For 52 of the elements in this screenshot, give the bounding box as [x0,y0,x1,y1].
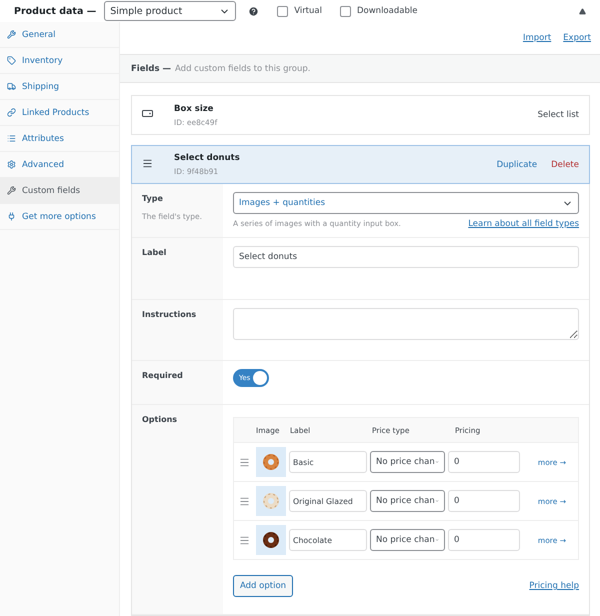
instructions-field[interactable] [233,308,579,340]
truck-icon [7,82,16,91]
panel-title: Product data — [14,6,96,16]
pricing-input[interactable]: 0 [448,529,520,551]
help-icon[interactable] [248,6,260,16]
downloadable-checkbox[interactable]: Downloadable [340,6,418,16]
drag-handle-icon [142,158,153,168]
sidebar-item[interactable]: Custom fields [0,178,119,204]
virtual-checkbox[interactable]: Virtual [277,6,322,16]
fields-hint: Add custom fields to this group. [175,64,310,74]
price-type-select[interactable]: No price chan [370,529,445,551]
row-label: Instructions [142,310,198,319]
delete-link[interactable]: Delete [551,160,579,170]
toolbar-link[interactable]: Export [563,33,591,43]
label-input[interactable]: Select donuts [233,246,579,268]
row-label: Label [142,248,168,257]
row-label: Options [142,415,178,424]
field-types-link[interactable]: Learn about all field types [468,219,579,229]
drag-handle-icon[interactable] [238,496,250,506]
wrench-icon [7,30,16,39]
row-label: Required [142,371,184,380]
price-type-select[interactable]: No price chan [370,490,445,512]
sidebar-item[interactable]: Shipping [0,74,119,100]
field-type-label: Select list [538,110,579,120]
pricing-input[interactable]: 0 [448,451,520,473]
duplicate-link[interactable]: Duplicate [496,160,538,170]
wrench-icon [7,186,16,195]
row-label: Type [142,194,164,203]
link-icon [7,108,16,117]
drag-handle-icon[interactable] [238,534,250,546]
list-icon [7,134,16,143]
field-name: Select donuts [174,153,240,163]
sidebar-item[interactable]: Attributes [0,126,119,152]
field-name: Box size [174,104,214,114]
sidebar-item[interactable]: Inventory [0,48,119,74]
type-select[interactable]: Images + quantities [233,192,579,214]
tag-icon [7,56,16,65]
sidebar-item[interactable]: Get more options [0,204,119,230]
pricing-help-link[interactable]: Pricing help [529,581,579,591]
fields-title: Fields — [131,64,172,74]
plug-icon [7,212,16,221]
toolbar-link[interactable]: Import [522,33,552,43]
pricing-input[interactable]: 0 [448,490,520,512]
price-type-select[interactable]: No price chan [370,451,445,473]
drag-handle-icon[interactable] [238,456,250,468]
add-option-button[interactable]: Add option [233,575,294,597]
sidebar-item[interactable]: General [0,22,119,48]
settings-icon [7,160,16,169]
sidebar-item[interactable]: Linked Products [0,100,119,126]
field-type-icon [142,110,153,117]
product-type-select[interactable]: Simple product [104,1,236,21]
collapse-icon[interactable] [579,8,586,14]
